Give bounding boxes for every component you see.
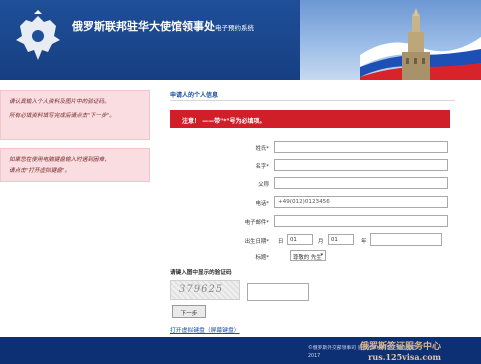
dob-day-text: 日 (278, 239, 284, 245)
section-divider (170, 100, 455, 101)
chevron-down-icon: ▾ (320, 252, 323, 258)
patronymic-label: 父称 (258, 182, 269, 188)
dob-day-select[interactable]: 01 (287, 234, 313, 245)
russian-eagle-emblem-icon (16, 10, 60, 60)
title-label: 标题* (255, 255, 269, 261)
patronymic-input[interactable] (274, 177, 448, 189)
title-main: 俄罗斯联邦驻华大使馆领事处 (72, 20, 215, 33)
dob-label: 出生日期* (244, 239, 269, 245)
header-banner: 俄罗斯联邦驻华大使馆领事处电子预约系统 (0, 0, 481, 80)
captcha-image: 379625 (170, 280, 240, 300)
info-line: 如果您在使用电脑键盘输入时遇到困难， (9, 157, 110, 163)
dob-month-text: 月 (318, 239, 324, 245)
title-select-value: 尊敬的 先生 (293, 255, 322, 261)
email-label: 电子邮件* (244, 220, 269, 226)
watermark-title: 俄罗斯签证服务中心 (360, 342, 442, 352)
phone-input[interactable]: +49(012)0123456 (274, 196, 448, 208)
surname-label: 姓氏* (255, 146, 269, 152)
name-input[interactable] (274, 159, 448, 171)
info-box-instructions: 请认真输入个人资料及图片中的验证码。 所有必填资料填写完成后请点击"下一步"。 (0, 90, 150, 140)
name-label: 名字* (255, 164, 269, 170)
required-notice-banner: 注意！ ——带"*"号为必填项。 (170, 110, 450, 128)
dob-month-select[interactable]: 01 (328, 234, 354, 245)
dob-year-text: 年 (361, 239, 367, 245)
title-subtitle: 电子预约系统 (215, 24, 254, 32)
info-line: 所有必填资料填写完成后请点击"下一步"。 (9, 113, 115, 119)
phone-label: 电话* (255, 201, 269, 207)
info-line: 请点击"打开虚拟键盘"。 (9, 168, 71, 174)
captcha-input[interactable] (247, 283, 309, 301)
email-input[interactable] (274, 215, 448, 227)
watermark-url: rus.125visa.com (368, 352, 442, 362)
watermark: 俄罗斯签证服务中心 rus.125visa.com (360, 339, 441, 362)
surname-input[interactable] (274, 141, 448, 153)
info-line: 请认真输入个人资料及图片中的验证码。 (9, 99, 110, 105)
section-title: 申请人的个人信息 (170, 92, 219, 99)
ministry-building-icon (402, 8, 430, 80)
title-select[interactable]: 尊敬的 先生 ▾ (290, 250, 326, 261)
page-title: 俄罗斯联邦驻华大使馆领事处电子预约系统 (72, 18, 254, 34)
next-button[interactable]: 下一步 (172, 305, 206, 318)
virtual-keyboard-link[interactable]: 打开虚拟键盘（屏幕键盘） (170, 325, 240, 334)
info-box-keyboard: 如果您在使用电脑键盘输入时遇到困难， 请点击"打开虚拟键盘"。 (0, 148, 150, 182)
captcha-label: 请键入图中显示的验证码 (170, 270, 232, 276)
dob-year-input[interactable] (370, 233, 442, 246)
